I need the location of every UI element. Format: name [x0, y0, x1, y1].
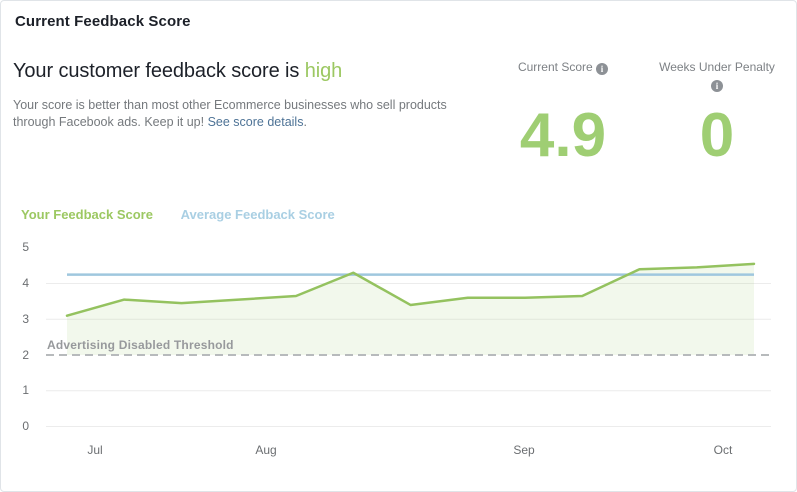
- y-axis-tick: 4: [22, 276, 29, 290]
- x-axis-label: Jul: [87, 443, 103, 457]
- y-axis-tick: 1: [22, 383, 29, 398]
- threshold-label: Advertising Disabled Threshold: [47, 338, 234, 352]
- x-axis-label: Oct: [713, 443, 733, 457]
- feedback-score-card: Current Feedback Score Your customer fee…: [0, 0, 797, 492]
- y-axis-tick: 2: [22, 347, 29, 362]
- y-axis-tick: 0: [22, 419, 29, 433]
- x-axis-label: Sep: [513, 443, 535, 457]
- feedback-score-chart: [46, 262, 771, 427]
- y-axis-tick: 3: [22, 311, 29, 326]
- x-axis-label: Aug: [255, 443, 277, 457]
- y-axis-tick: 5: [22, 240, 29, 255]
